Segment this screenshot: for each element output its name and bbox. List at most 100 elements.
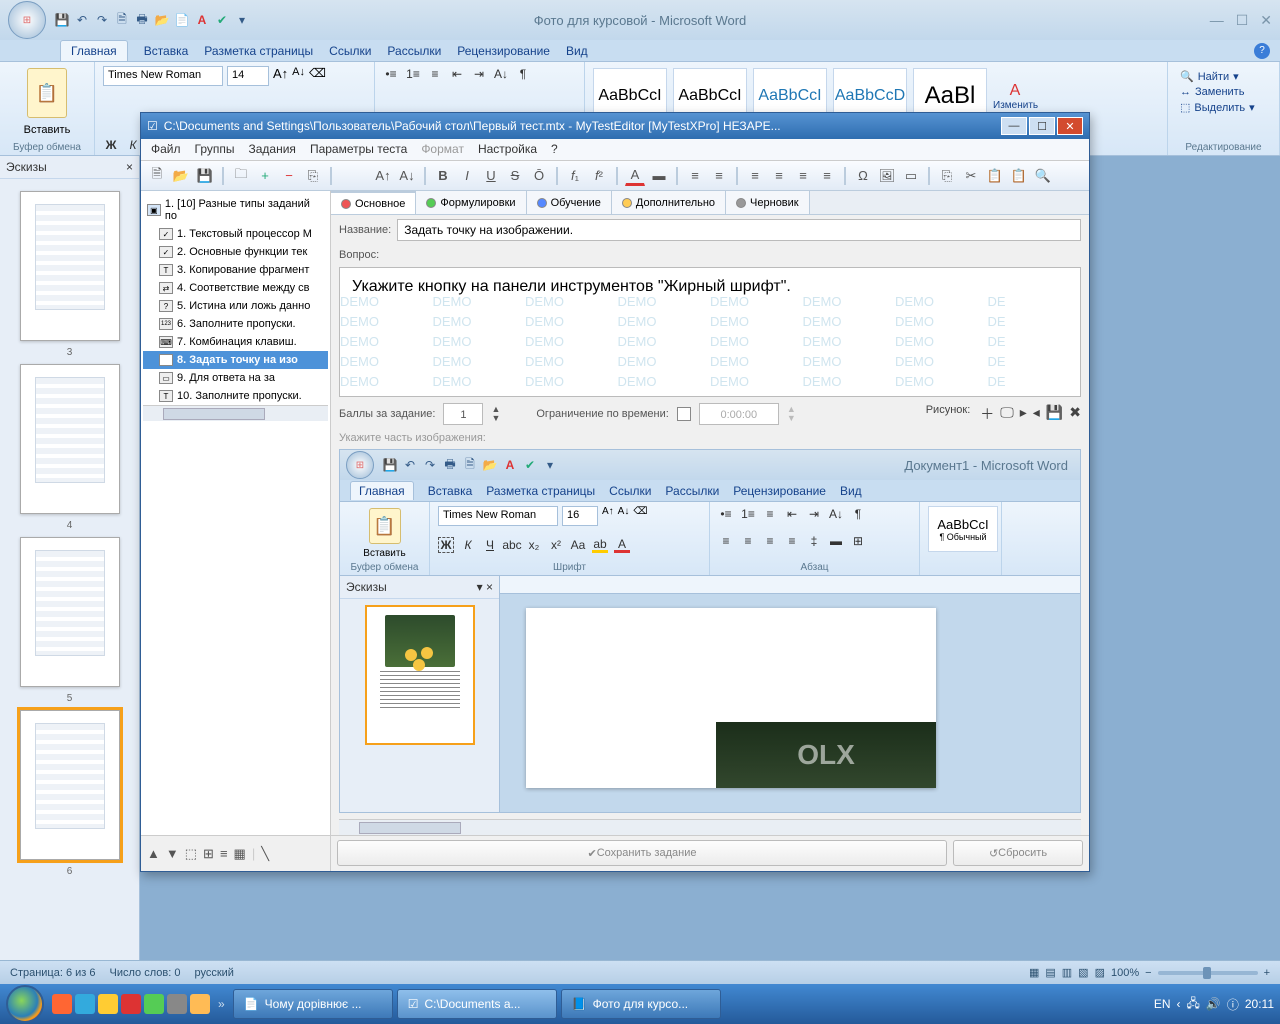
tray-clock[interactable]: 20:11 <box>1245 997 1274 1011</box>
grid-icon[interactable]: ▦ <box>234 846 246 862</box>
start-button[interactable] <box>6 985 44 1023</box>
clear-format-icon[interactable]: ⌫ <box>309 66 326 86</box>
points-input[interactable]: 1 <box>443 403 483 425</box>
zoom-label[interactable]: 100% <box>1111 967 1139 979</box>
indent-right-icon[interactable]: ⇥ <box>471 66 487 82</box>
maximize-icon[interactable]: ☐ <box>1236 12 1249 29</box>
save-icon[interactable]: 💾 <box>54 12 70 28</box>
view-web-icon[interactable]: ▥ <box>1062 966 1072 979</box>
menu-settings[interactable]: Настройка <box>478 142 537 157</box>
indent-left-icon[interactable]: ⇤ <box>449 66 465 82</box>
find-button[interactable]: 🔍 Найти ▾ <box>1180 70 1267 83</box>
replace-button[interactable]: ↔ Заменить <box>1180 86 1267 98</box>
tb-align-right-icon[interactable]: ≡ <box>793 166 813 186</box>
zoom-in-icon[interactable]: + <box>1264 967 1270 979</box>
thumbnail-page-selected[interactable] <box>20 710 120 860</box>
open-icon[interactable]: 📂 <box>154 12 170 28</box>
list-icon[interactable]: ≡ <box>220 846 228 861</box>
tb-bullets-icon[interactable]: ≡ <box>685 166 705 186</box>
tray-lang[interactable]: EN <box>1154 997 1171 1011</box>
font-large-a-icon[interactable]: A <box>194 12 210 28</box>
tree-item[interactable]: ✓1. Текстовый процессор М <box>143 225 328 243</box>
menu-file[interactable]: Файл <box>151 142 181 157</box>
print-preview-icon[interactable]: 🗎 <box>114 12 130 28</box>
select-button[interactable]: ⬚ Выделить ▾ <box>1180 101 1267 114</box>
move-up-icon[interactable]: ▲ <box>147 846 160 861</box>
opera-icon[interactable] <box>121 994 141 1014</box>
tab-main[interactable]: Основное <box>331 191 416 214</box>
tb-underline-icon[interactable]: U <box>481 166 501 186</box>
expand-icon[interactable]: ⊞ <box>203 846 214 862</box>
time-checkbox[interactable] <box>677 407 691 421</box>
img-delete-icon[interactable]: ✖ <box>1069 404 1081 424</box>
save-task-button[interactable]: ✔ Сохранить задание <box>337 840 947 866</box>
tab-references[interactable]: Ссылки <box>329 44 371 58</box>
tab-mailings[interactable]: Рассылки <box>387 44 441 58</box>
taskbar-task[interactable]: 📘 Фото для курсо... <box>561 989 721 1019</box>
close-icon[interactable]: ✕ <box>1260 12 1272 29</box>
tab-learning[interactable]: Обучение <box>527 191 612 214</box>
tree-item[interactable]: T3. Копирование фрагмент <box>143 261 328 279</box>
tab-view[interactable]: Вид <box>566 44 588 58</box>
menu-testparams[interactable]: Параметры теста <box>310 142 407 157</box>
tb-font-grow-icon[interactable]: A↑ <box>373 166 393 186</box>
tree-item[interactable]: ?5. Истина или ложь данно <box>143 297 328 315</box>
task-name-input[interactable] <box>397 219 1081 241</box>
view-outline-icon[interactable]: ▧ <box>1078 966 1088 979</box>
mte-close-icon[interactable]: ✕ <box>1057 117 1083 135</box>
new-icon[interactable]: 📄 <box>174 12 190 28</box>
tb-strike-icon[interactable]: S <box>505 166 525 186</box>
menu-tasks[interactable]: Задания <box>249 142 296 157</box>
menu-help[interactable]: ? <box>551 142 558 157</box>
tb-align-center-icon[interactable]: ≡ <box>769 166 789 186</box>
status-language[interactable]: русский <box>194 967 233 979</box>
img-add-icon[interactable]: ＋ <box>980 404 994 424</box>
reset-button[interactable]: ↺ Сбросить <box>953 840 1083 866</box>
status-page[interactable]: Страница: 6 из 6 <box>10 967 96 979</box>
tb-add-icon[interactable]: + <box>255 166 275 186</box>
taskbar-task[interactable]: 📄 Чому дорівнює ... <box>233 989 393 1019</box>
bullets-icon[interactable]: •≡ <box>383 66 399 82</box>
app-icon[interactable] <box>144 994 164 1014</box>
change-styles-label[interactable]: Изменить <box>993 100 1037 111</box>
quick-print-icon[interactable]: 🖶 <box>134 12 150 28</box>
tb-copy-icon[interactable]: ⎘ <box>303 166 323 186</box>
tab-home[interactable]: Главная <box>60 40 128 61</box>
zoom-slider[interactable] <box>1158 971 1258 975</box>
collapse-icon[interactable]: ⬚ <box>185 846 197 862</box>
tab-additional[interactable]: Дополнительно <box>612 191 726 214</box>
tb-align-justify-icon[interactable]: ≡ <box>817 166 837 186</box>
tb-overline-icon[interactable]: Ō <box>529 166 549 186</box>
zoom-out-icon[interactable]: − <box>1145 967 1151 979</box>
tb-save-icon[interactable]: 💾 <box>195 166 215 186</box>
tab-review[interactable]: Рецензирование <box>457 44 550 58</box>
points-stepper[interactable]: ▲▼ <box>491 405 500 423</box>
tb-copytb-icon[interactable]: ⎘ <box>937 166 957 186</box>
firefox-icon[interactable] <box>52 994 72 1014</box>
tree-item-selected[interactable]: ⊕8. Задать точку на изо <box>143 351 328 369</box>
shrink-font-icon[interactable]: A↓ <box>292 66 305 86</box>
bold-icon[interactable]: Ж <box>103 137 119 153</box>
menu-groups[interactable]: Группы <box>195 142 235 157</box>
img-save-icon[interactable]: 💾 <box>1046 404 1063 424</box>
tb-align-left-icon[interactable]: ≡ <box>745 166 765 186</box>
tree-item[interactable]: ⇄4. Соответствие между св <box>143 279 328 297</box>
mte-maximize-icon[interactable]: ☐ <box>1029 117 1055 135</box>
show-marks-icon[interactable]: ¶ <box>515 66 531 82</box>
img-screen-icon[interactable]: 🖵 <box>1000 404 1014 424</box>
tb-image-icon[interactable]: 🖼 <box>877 166 897 186</box>
thumbnail-page[interactable] <box>20 537 120 687</box>
tb-remove-icon[interactable]: − <box>279 166 299 186</box>
tb-find-icon[interactable]: 🔍 <box>1033 166 1053 186</box>
help-icon[interactable]: ? <box>1254 43 1270 59</box>
brush-icon[interactable]: ╲ <box>261 846 269 862</box>
font-size-select[interactable]: 14 <box>227 66 269 86</box>
tray-volume-icon[interactable]: 🔊 <box>1206 997 1221 1011</box>
redo-icon[interactable]: ↷ <box>94 12 110 28</box>
tb-italic-icon[interactable]: I <box>457 166 477 186</box>
multilevel-icon[interactable]: ≡ <box>427 66 443 82</box>
tb-formula-f2-icon[interactable]: f² <box>589 166 609 186</box>
app2-icon[interactable] <box>167 994 187 1014</box>
img-next-icon[interactable]: ▸ <box>1020 404 1027 424</box>
chrome-icon[interactable] <box>98 994 118 1014</box>
